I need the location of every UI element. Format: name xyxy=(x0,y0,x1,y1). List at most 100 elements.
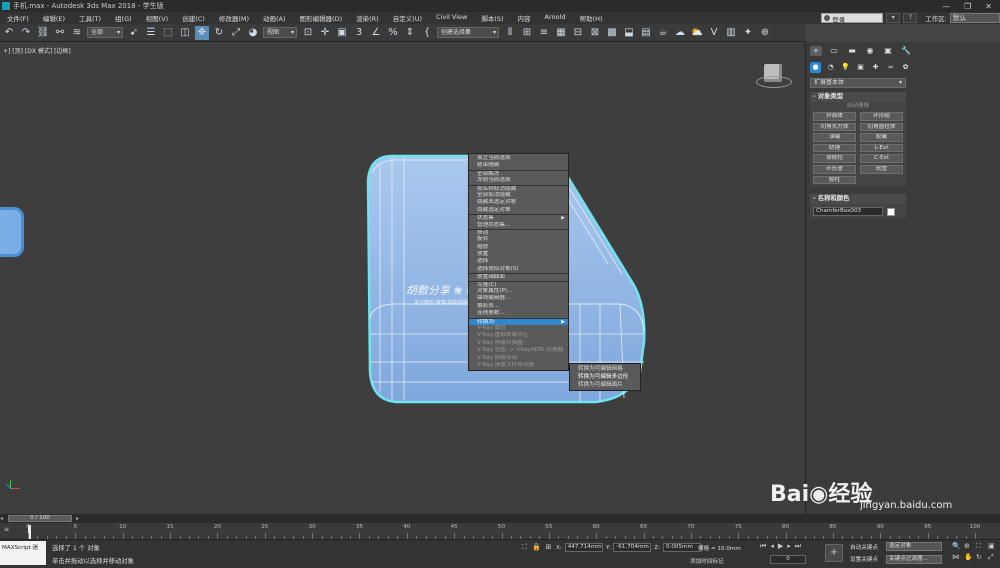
menu-item[interactable]: 内容 xyxy=(511,13,538,23)
maximize-button[interactable]: ❐ xyxy=(964,2,971,11)
vray-frame-icon[interactable]: ▥ xyxy=(724,26,738,40)
object-type-button[interactable]: 切角长方体 xyxy=(813,122,856,132)
systems-icon[interactable]: ✿ xyxy=(900,62,911,73)
key-set-select[interactable]: 选定对象 xyxy=(886,542,942,551)
bind-space-warp-icon[interactable]: ≋ xyxy=(70,26,84,40)
select-move-icon[interactable]: ✥ xyxy=(195,25,209,40)
phone-object-edge[interactable] xyxy=(0,207,24,257)
select-by-name-icon[interactable]: ☰ xyxy=(144,26,158,40)
menu-item[interactable]: 组(G) xyxy=(108,13,139,23)
menu-item[interactable]: 文件(F) xyxy=(0,13,36,23)
object-name-input[interactable]: ChamferBox003 xyxy=(813,207,883,216)
redo-icon[interactable]: ↷ xyxy=(19,26,33,40)
pan-icon[interactable]: ✋ xyxy=(964,553,974,562)
set-key-big-button[interactable]: + xyxy=(825,544,843,562)
zoom-extents-all-icon[interactable]: ▣ xyxy=(988,542,998,551)
context-menu-item[interactable]: V-Ray 网格导出 xyxy=(469,355,568,362)
zoom-extents-icon[interactable]: ⛶ xyxy=(976,542,986,551)
unlink-icon[interactable]: ⚯ xyxy=(53,26,67,40)
name-color-header[interactable]: - 名称和颜色 xyxy=(810,194,906,204)
context-menu-item[interactable]: 放置轴曲面 xyxy=(469,273,568,280)
menu-item[interactable]: 修改器(M) xyxy=(212,13,256,23)
absolute-mode-icon[interactable]: ⊞ xyxy=(544,543,553,552)
align-icon[interactable]: ⊞ xyxy=(520,26,534,40)
object-color-swatch[interactable] xyxy=(887,207,895,216)
pivot-center-icon[interactable]: ⊡ xyxy=(301,26,315,40)
selection-filter-select[interactable]: 全部 xyxy=(87,27,123,38)
shapes-icon[interactable]: ◔ xyxy=(825,62,836,73)
context-menu-item[interactable]: 全部取消隐藏 xyxy=(469,192,568,199)
context-menu-item[interactable]: 曲线编辑器... xyxy=(469,295,568,302)
menu-item[interactable]: 渲染(R) xyxy=(349,13,386,23)
context-menu-item[interactable]: 移动 xyxy=(469,228,568,236)
snaps-toggle-icon[interactable]: 3 xyxy=(352,26,366,40)
prev-frame-arrow[interactable]: ◂ xyxy=(0,515,3,522)
object-type-header[interactable]: - 对象类型 xyxy=(810,92,906,102)
render-setup-icon[interactable]: ⬓ xyxy=(622,26,636,40)
toggle-ribbon-icon[interactable]: ▦ xyxy=(554,26,568,40)
login-box[interactable]: 登录 xyxy=(821,13,884,24)
select-scale-icon[interactable]: ⤢ xyxy=(229,26,243,40)
isolate-icon[interactable]: ⛶ xyxy=(520,543,529,552)
percent-snap-icon[interactable]: % xyxy=(386,26,400,40)
workspace-select[interactable]: 默认 xyxy=(950,13,1000,23)
context-menu-item[interactable]: 孤立当前选择 xyxy=(469,155,568,162)
select-rotate-icon[interactable]: ↻ xyxy=(212,26,226,40)
menu-item[interactable]: 编辑(E) xyxy=(36,13,72,23)
x-coordinate-field[interactable]: 447.714mm xyxy=(564,543,603,552)
vray-tools-icon[interactable]: ⊕ xyxy=(758,26,772,40)
lock-selection-icon[interactable]: 🔒 xyxy=(532,543,541,552)
hierarchy-tab-icon[interactable]: ▬ xyxy=(846,46,858,56)
undo-icon[interactable]: ↶ xyxy=(2,26,16,40)
perspective-viewport[interactable]: +] [顶] [DX 模式] [边框] 胡敷分享 ❀ 关注微信·微博·获取视频教… xyxy=(0,42,805,514)
render-icon[interactable]: ☕ xyxy=(656,26,670,40)
menu-item[interactable]: Civil View xyxy=(429,13,474,23)
minimize-button[interactable]: — xyxy=(942,2,950,11)
zoom-all-icon[interactable]: ⊕ xyxy=(964,542,974,551)
time-slider-thumb[interactable]: 0 / 100 xyxy=(8,515,72,522)
help-icon[interactable]: ? xyxy=(903,13,918,23)
context-menu-item[interactable]: 摄影表... xyxy=(469,303,568,310)
link-icon[interactable]: ⛓ xyxy=(36,26,50,40)
context-menu-item[interactable]: V-Ray 虚拟帧缓冲区 xyxy=(469,332,568,339)
context-menu-item[interactable]: V-Ray 位图 -> VRayHDRI 转换器 xyxy=(469,347,568,354)
select-place-icon[interactable]: ◕ xyxy=(246,26,260,40)
menu-item[interactable]: 创建(C) xyxy=(175,13,212,23)
display-tab-icon[interactable]: ▣ xyxy=(882,46,894,56)
cameras-icon[interactable]: ▣ xyxy=(855,62,866,73)
go-to-end-icon[interactable]: ⏭ xyxy=(795,542,801,551)
auto-key-button[interactable]: 自动关键点 xyxy=(850,543,878,551)
menu-item[interactable]: 工具(T) xyxy=(72,13,108,23)
utilities-tab-icon[interactable]: 🔧 xyxy=(900,46,912,56)
object-type-button[interactable]: 油罐 xyxy=(813,133,856,142)
autogrid-checkbox[interactable]: 自动栅格 xyxy=(810,102,906,111)
menu-item[interactable]: 图形编辑器(D) xyxy=(293,13,350,23)
context-menu-item[interactable]: 连线参数... xyxy=(469,310,568,317)
keyboard-shortcut-icon[interactable]: ▣ xyxy=(335,26,349,40)
maximize-viewport-icon[interactable]: ⤢ xyxy=(988,553,998,562)
prev-key-icon[interactable]: ◂ xyxy=(770,542,774,551)
context-menu-item[interactable]: 转换为: ▶ xyxy=(469,317,568,325)
fov-icon[interactable]: ⋈ xyxy=(952,553,962,562)
geometry-category-select[interactable]: 扩展基本体 xyxy=(810,78,906,88)
object-type-button[interactable]: L-Ext xyxy=(860,143,903,153)
context-menu-item[interactable]: 隐藏未选定对象 xyxy=(469,199,568,206)
submenu-item[interactable]: 转换为可编辑网格 xyxy=(570,365,640,373)
render-iterative-icon[interactable]: ☁ xyxy=(673,26,687,40)
vray-light-icon[interactable]: ✦ xyxy=(741,26,755,40)
render-cloud-icon[interactable]: ⛅ xyxy=(690,26,704,40)
submenu-item[interactable]: 转换为可编辑多边形 xyxy=(570,373,640,381)
time-slider[interactable]: ◂ 0 / 100 ▸ xyxy=(0,514,1000,523)
cart-icon[interactable]: ▾ xyxy=(886,13,901,23)
context-menu-item[interactable]: 结束隔离 xyxy=(469,162,568,169)
context-menu-item[interactable]: 缩放 xyxy=(469,244,568,251)
zoom-icon[interactable]: 🔍 xyxy=(952,542,962,551)
add-time-tag[interactable]: 添加时间标记 xyxy=(690,557,724,565)
object-type-button[interactable]: 球棱柱 xyxy=(813,154,856,163)
z-coordinate-field[interactable]: 0.005mm xyxy=(663,543,701,552)
viewcube[interactable] xyxy=(756,62,792,92)
object-type-button[interactable]: 棱柱 xyxy=(813,175,856,185)
viewcube-compass[interactable] xyxy=(756,76,792,88)
context-menu-item[interactable]: 对象属性(P)... xyxy=(469,288,568,295)
menu-item[interactable]: 自定义(U) xyxy=(386,13,429,23)
